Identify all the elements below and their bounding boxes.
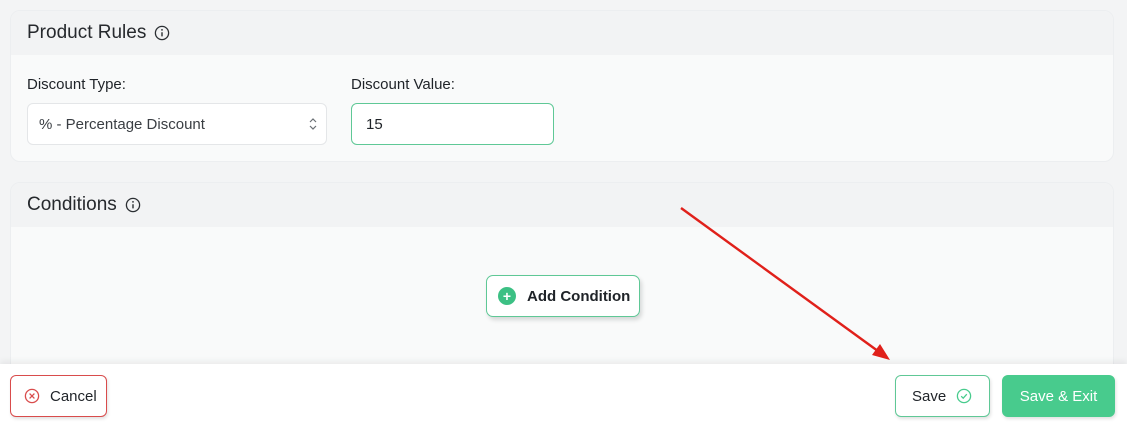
discount-value-input[interactable]: 15 [351,103,554,145]
save-label: Save [912,387,947,405]
close-circle-icon [24,388,40,404]
discount-type-value: % - Percentage Discount [39,115,205,133]
conditions-title: Conditions [27,194,117,215]
save-exit-label: Save & Exit [1019,387,1098,405]
conditions-card: Conditions + Add Condition [10,182,1114,382]
cancel-button[interactable]: Cancel [10,375,107,417]
save-and-exit-button[interactable]: Save & Exit [1002,375,1115,417]
discount-value-label: Discount Value: [351,76,455,93]
discount-type-select[interactable]: % - Percentage Discount [27,103,327,145]
plus-circle-icon: + [498,287,516,305]
discount-value-text: 15 [366,115,383,133]
product-rules-header: Product Rules [11,11,1113,55]
info-icon[interactable] [154,25,170,41]
discount-type-label: Discount Type: [27,76,126,93]
info-icon[interactable] [125,197,141,213]
product-rules-card: Product Rules Discount Type: % - Percent… [10,10,1114,162]
product-rules-title: Product Rules [27,22,147,43]
add-condition-label: Add Condition [527,287,631,305]
conditions-header: Conditions [11,183,1113,227]
cancel-label: Cancel [50,387,97,405]
add-condition-button[interactable]: + Add Condition [486,275,640,317]
chevron-up-down-icon [308,116,318,132]
save-button[interactable]: Save [895,375,990,417]
check-circle-icon [956,388,972,404]
footer-action-bar: Cancel Save Save & Exit [0,364,1127,426]
